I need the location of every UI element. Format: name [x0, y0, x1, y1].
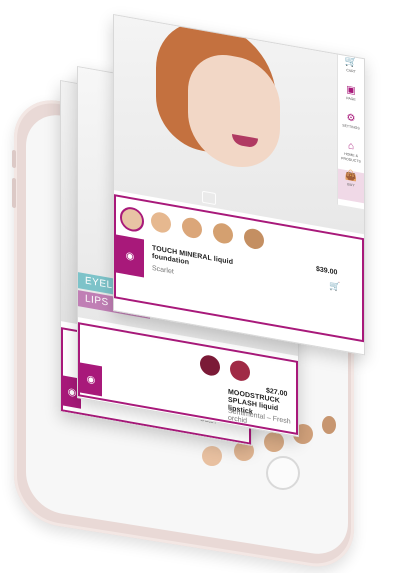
toolbar-cart[interactable]: 🛒 CART	[338, 55, 364, 77]
foundation-swatch[interactable]	[151, 210, 171, 235]
foundation-swatch[interactable]	[244, 227, 264, 251]
side-toolbar: 🛒 CART ▣ PAGE ⚙ SETTINGS ⌂ HOME & PRODUC…	[337, 54, 364, 210]
toolbar-home-products[interactable]: ⌂ HOME & PRODUCTS	[338, 139, 364, 166]
home-button[interactable]	[266, 456, 300, 490]
eye-icon[interactable]: ◉	[116, 234, 144, 278]
toolbar-buy[interactable]: 👜 BUY	[338, 168, 364, 204]
bottom-swatch[interactable]	[264, 432, 284, 452]
lip-swatch-selected[interactable]	[200, 353, 220, 378]
lip-swatch[interactable]	[230, 358, 250, 383]
bottom-swatch[interactable]	[202, 446, 222, 466]
front-screen-card: 🛒 CART ▣ PAGE ⚙ SETTINGS ⌂ HOME & PRODUC…	[113, 14, 365, 356]
phone-volume-button	[12, 177, 16, 209]
bottom-swatch[interactable]	[322, 416, 336, 434]
front-product-name: TOUCH MINERAL liquid foundation	[152, 244, 234, 267]
front-product-price: $39.00	[316, 265, 338, 277]
front-product-shade: Scarlet	[152, 264, 174, 276]
foundation-swatch[interactable]	[213, 221, 233, 246]
add-to-cart-icon[interactable]: 🛒	[329, 280, 340, 293]
foundation-swatch[interactable]	[182, 216, 202, 240]
camera-icon[interactable]	[202, 190, 216, 206]
toolbar-settings[interactable]: ⚙ SETTINGS	[338, 111, 364, 133]
foundation-swatch-selected[interactable]	[120, 205, 144, 234]
toolbar-page[interactable]: ▣ PAGE	[338, 83, 364, 105]
eye-icon[interactable]: ◉	[80, 362, 102, 397]
phone-side-button	[12, 149, 16, 169]
